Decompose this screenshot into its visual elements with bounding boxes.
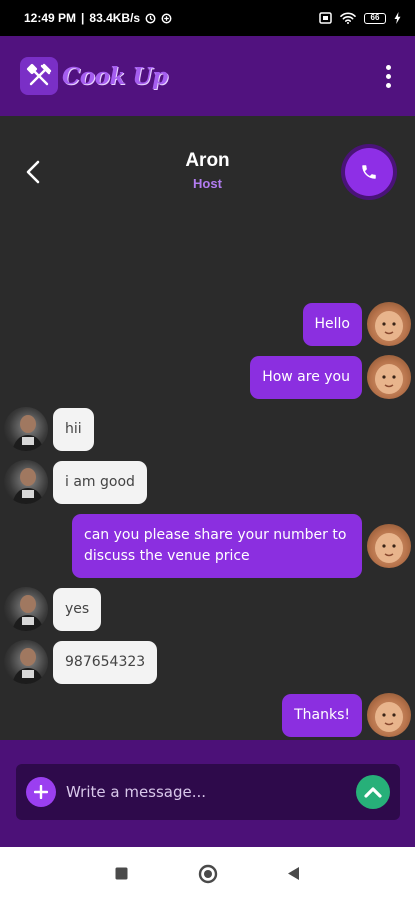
plus-icon: [34, 785, 48, 799]
kebab-dot: [386, 82, 391, 88]
message-outgoing: Thanks!: [282, 693, 411, 737]
utensils-logo-icon: [20, 57, 58, 95]
host-avatar: [4, 460, 48, 504]
message-outgoing: How are you: [250, 355, 411, 399]
user-avatar: [367, 302, 411, 346]
message-bubble[interactable]: can you please share your number to disc…: [72, 514, 362, 578]
status-left: 12:49 PM | 83.4KB/s: [24, 11, 172, 25]
kebab-dot: [386, 64, 391, 70]
message-composer: [16, 764, 400, 820]
battery-icon: 66: [364, 12, 386, 24]
phone-icon: [362, 165, 376, 179]
message-bubble[interactable]: i am good: [53, 460, 147, 504]
call-button[interactable]: [345, 148, 393, 196]
message-input[interactable]: [66, 783, 346, 801]
message-bubble[interactable]: hii: [53, 407, 94, 451]
data-saver-icon: [145, 13, 156, 24]
message-outgoing: Hello: [302, 302, 411, 346]
message-incoming: i am good: [4, 460, 147, 504]
message-outgoing: can you please share your number to disc…: [72, 514, 411, 578]
chat-header: Aron Host: [0, 116, 415, 226]
system-nav-bar: [0, 847, 415, 900]
brand: Cook Up: [20, 57, 168, 95]
circle-icon: [198, 864, 217, 883]
kebab-menu-icon[interactable]: [380, 59, 397, 94]
network-speed: 83.4KB/s: [89, 11, 141, 25]
status-separator: |: [81, 11, 85, 25]
composer-area: [0, 740, 415, 847]
message-list: Hello How are you hii i am good can you: [0, 226, 415, 740]
message-bubble[interactable]: Hello: [302, 302, 362, 346]
app-bar: Cook Up: [0, 36, 415, 116]
user-avatar: [367, 524, 411, 568]
notification-icon: [161, 13, 172, 24]
status-bar: 12:49 PM | 83.4KB/s 66: [0, 0, 415, 36]
status-right: 66: [319, 12, 401, 24]
wifi-icon: [340, 12, 356, 24]
chat-screen: 12:49 PM | 83.4KB/s 66 Cook Up Aron Host…: [0, 0, 415, 900]
message-incoming: hii: [4, 407, 94, 451]
chevron-up-icon: [364, 787, 382, 798]
brand-name: Cook Up: [62, 62, 168, 90]
send-button[interactable]: [356, 775, 390, 809]
message-incoming: yes: [4, 587, 102, 631]
user-avatar: [367, 355, 411, 399]
message-bubble[interactable]: 987654323: [53, 640, 158, 684]
message-bubble[interactable]: How are you: [250, 355, 362, 399]
charging-icon: [394, 12, 401, 24]
host-avatar: [4, 407, 48, 451]
status-time: 12:49 PM: [24, 11, 77, 25]
host-avatar: [4, 640, 48, 684]
back-nav-button[interactable]: [282, 862, 306, 886]
home-button[interactable]: [196, 862, 220, 886]
battery-level: 66: [370, 13, 380, 22]
user-avatar: [367, 693, 411, 737]
message-bubble[interactable]: yes: [53, 587, 102, 631]
kebab-dot: [386, 73, 391, 79]
add-attachment-button[interactable]: [26, 777, 56, 807]
message-incoming: 987654323: [4, 640, 158, 684]
host-avatar: [4, 587, 48, 631]
recents-button[interactable]: [110, 862, 134, 886]
square-icon: [115, 867, 128, 880]
sim-icon: [319, 12, 332, 24]
triangle-back-icon: [288, 867, 299, 880]
message-bubble[interactable]: Thanks!: [282, 693, 362, 737]
